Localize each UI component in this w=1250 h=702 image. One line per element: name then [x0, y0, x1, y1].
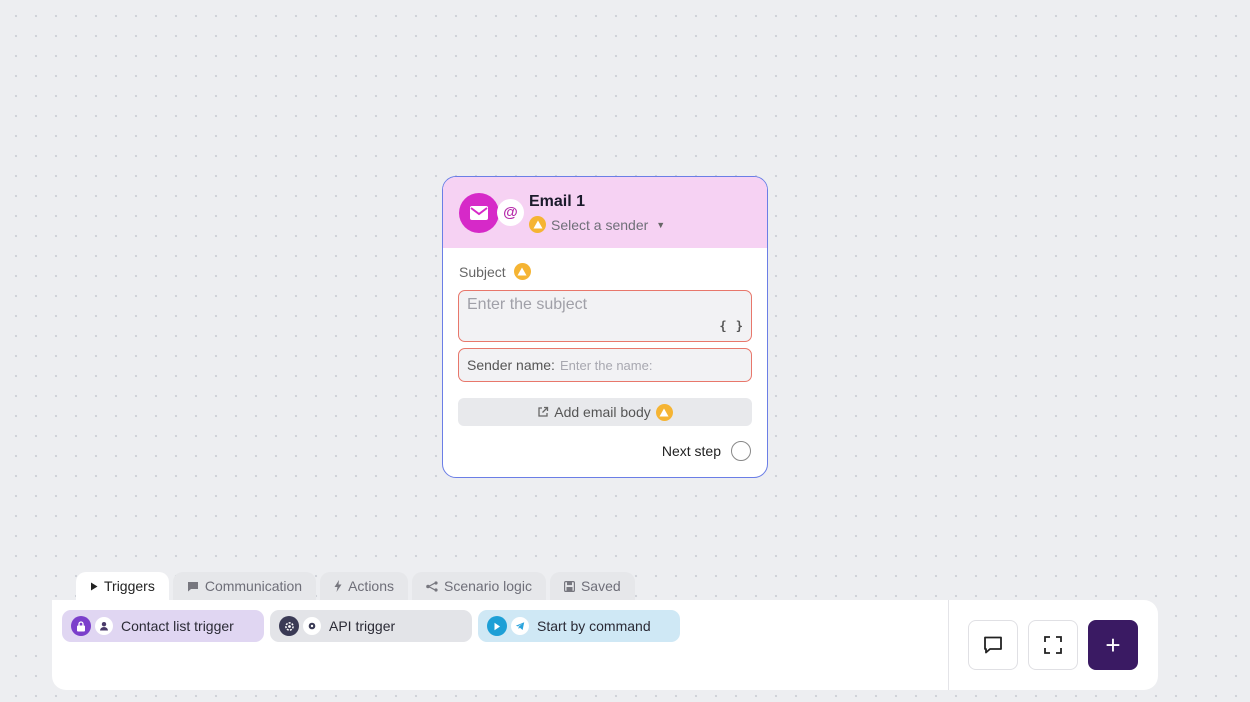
next-step-label: Next step [661, 443, 721, 459]
sender-name-input[interactable]: Sender name: Enter the name: [458, 348, 752, 382]
subject-placeholder: Enter the subject [467, 296, 588, 313]
fullscreen-icon [1044, 636, 1062, 654]
variables-icon[interactable]: { } [719, 319, 744, 333]
tab-actions-label: Actions [348, 578, 395, 594]
warning-icon [529, 216, 546, 233]
start-by-command-chip[interactable]: Start by command [478, 610, 680, 642]
lightning-icon [334, 580, 342, 592]
comment-button[interactable] [968, 620, 1018, 670]
tab-saved[interactable]: Saved [549, 572, 635, 600]
warning-icon [513, 263, 531, 280]
contact-list-trigger-label: Contact list trigger [121, 618, 234, 634]
telegram-icon [511, 617, 529, 635]
tab-scenario-logic-label: Scenario logic [444, 578, 532, 594]
contact-list-trigger-chip[interactable]: Contact list trigger [62, 610, 264, 642]
start-by-command-label: Start by command [537, 618, 651, 634]
sender-name-placeholder: Enter the name: [559, 357, 653, 373]
play-icon [91, 582, 98, 590]
dot-icon [303, 617, 321, 635]
next-step: Next step [662, 441, 751, 461]
envelope-icon [459, 193, 499, 233]
sender-select[interactable]: Select a sender ▼ [529, 216, 665, 233]
add-email-body-label: Add email body [554, 404, 651, 420]
tab-triggers[interactable]: Triggers [76, 572, 169, 600]
add-email-body-button[interactable]: Add email body [458, 398, 752, 426]
lock-icon [71, 616, 91, 636]
external-link-icon [538, 406, 549, 417]
branch-icon [426, 580, 438, 592]
sender-name-label: Sender name: [467, 357, 555, 373]
tab-saved-label: Saved [580, 578, 621, 594]
add-block-button[interactable]: + [1088, 620, 1138, 670]
node-header: @ Email 1 Select a sender ▼ [443, 177, 767, 248]
subject-label-text: Subject [459, 263, 506, 280]
sender-select-label: Select a sender [551, 216, 649, 233]
user-icon [95, 617, 113, 635]
fullscreen-button[interactable] [1028, 620, 1078, 670]
gear-icon [279, 616, 299, 636]
subject-label: Subject [459, 263, 531, 280]
play-icon [487, 616, 507, 636]
api-trigger-chip[interactable]: API trigger [270, 610, 472, 642]
tab-communication[interactable]: Communication [172, 572, 317, 600]
block-category-tabs: Triggers Communication Actions Scenario … [76, 572, 635, 600]
comment-icon [984, 636, 1002, 654]
node-title: Email 1 [529, 193, 586, 210]
save-icon [563, 580, 575, 592]
tab-communication-label: Communication [204, 578, 303, 594]
chat-icon [187, 581, 198, 591]
subject-input[interactable]: Enter the subject { } [458, 290, 752, 342]
plus-icon: + [1105, 629, 1121, 660]
panel-divider [948, 600, 949, 690]
warning-icon [655, 403, 673, 421]
tab-actions[interactable]: Actions [320, 572, 409, 600]
at-icon: @ [497, 199, 524, 226]
tab-scenario-logic[interactable]: Scenario logic [412, 572, 546, 600]
email-node[interactable]: @ Email 1 Select a sender ▼ Subject Ente… [442, 176, 768, 478]
api-trigger-label: API trigger [329, 618, 396, 634]
tab-triggers-label: Triggers [104, 578, 155, 594]
next-step-connector[interactable] [731, 441, 751, 461]
chevron-down-icon: ▼ [656, 219, 666, 230]
